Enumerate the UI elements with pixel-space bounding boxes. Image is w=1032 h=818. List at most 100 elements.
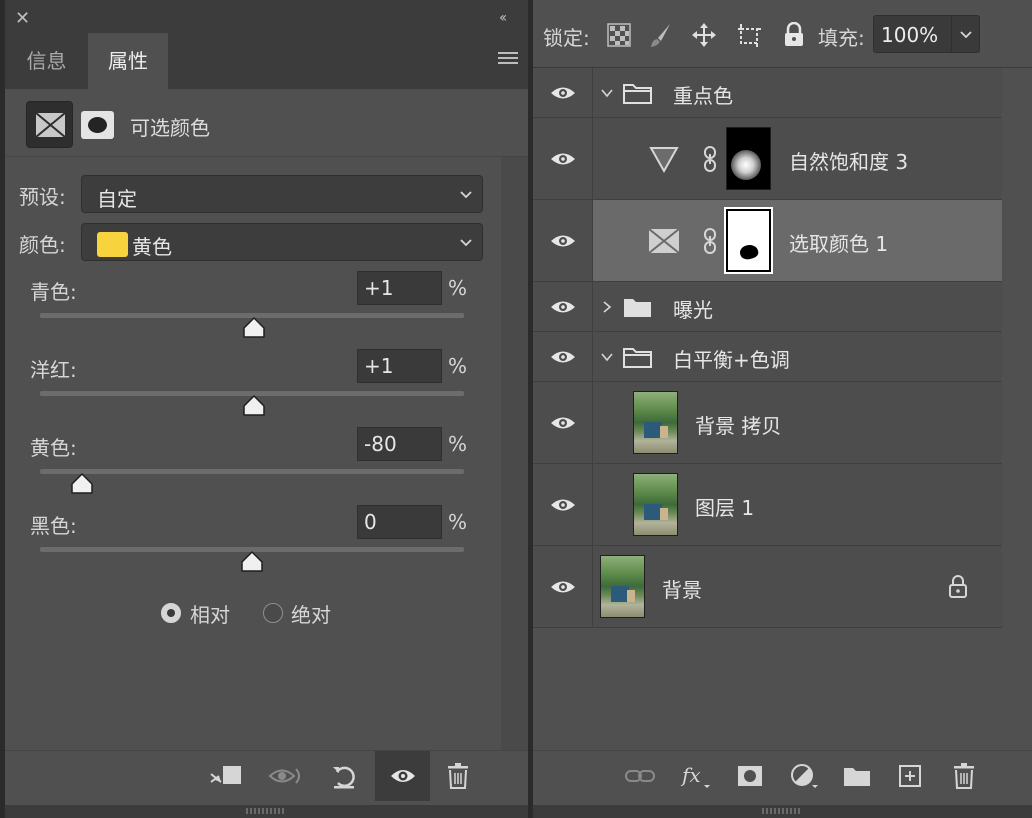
clip-to-layer-icon[interactable] <box>201 751 251 801</box>
fill-dropdown-button[interactable] <box>951 16 980 52</box>
selective-color-adjustment-icon[interactable] <box>26 101 73 148</box>
layer-name[interactable]: 重点色 <box>673 80 733 109</box>
lock-all-icon[interactable] <box>781 22 807 48</box>
lock-artboard-icon[interactable] <box>736 22 762 48</box>
slider-thumb[interactable] <box>242 395 266 417</box>
layer-visibility-toggle[interactable] <box>533 282 593 331</box>
layer-row[interactable]: 背景 拷贝 <box>533 382 1002 464</box>
delete-icon[interactable] <box>433 751 483 801</box>
layer-thumbnail[interactable] <box>600 555 645 618</box>
scrollbar[interactable] <box>501 157 528 750</box>
close-panel-icon[interactable]: ✕ <box>15 8 30 29</box>
visibility-eye-icon[interactable] <box>375 751 430 801</box>
eye-icon <box>551 499 575 510</box>
percent-label: % <box>448 432 468 456</box>
percent-label: % <box>448 510 468 534</box>
layer-thumbnail[interactable] <box>633 473 678 536</box>
eye-icon <box>551 87 575 98</box>
relative-radio[interactable] <box>161 603 181 623</box>
layer-visibility-toggle[interactable] <box>533 68 593 117</box>
layer-mask-thumbnail[interactable] <box>726 209 771 272</box>
reset-icon[interactable] <box>319 751 369 801</box>
chevron-down-icon <box>460 239 472 247</box>
chevron-down-icon[interactable] <box>600 350 614 364</box>
chevron-down-icon[interactable] <box>600 86 614 100</box>
layers-footer: fx <box>533 750 1032 805</box>
mask-icon[interactable] <box>81 111 114 139</box>
slider-value-input[interactable]: -80 <box>357 427 442 461</box>
lock-icon <box>949 575 967 598</box>
layer-group-row[interactable]: 曝光 <box>533 282 1002 332</box>
view-previous-state-icon[interactable] <box>261 751 311 801</box>
layer-row[interactable]: 背景 <box>533 546 1002 628</box>
collapse-panel-icon[interactable]: ‹‹ <box>499 10 507 26</box>
absolute-radio[interactable] <box>263 603 283 623</box>
colors-select[interactable]: 黄色 <box>81 223 483 261</box>
slider-value-input[interactable]: +1 <box>357 271 442 305</box>
add-mask-icon[interactable] <box>725 751 775 801</box>
lock-label: 锁定: <box>543 26 590 50</box>
fill-input[interactable]: 100% <box>873 15 980 53</box>
resize-grip[interactable] <box>5 805 528 818</box>
slider-thumb[interactable] <box>70 473 94 495</box>
adjustment-layer-icon[interactable] <box>779 751 829 801</box>
new-group-icon[interactable] <box>832 751 882 801</box>
eye-icon <box>551 301 575 312</box>
eye-icon <box>551 235 575 246</box>
layer-visibility-toggle[interactable] <box>533 118 593 199</box>
layer-name[interactable]: 背景 <box>662 574 702 603</box>
lock-image-pixels-icon[interactable] <box>648 22 674 48</box>
slider-thumb[interactable] <box>242 317 266 339</box>
svg-text:fx: fx <box>680 763 701 787</box>
resize-grip[interactable] <box>533 805 1032 818</box>
slider-track[interactable] <box>40 469 464 474</box>
layer-visibility-toggle[interactable] <box>533 382 593 463</box>
layer-row[interactable]: 图层 1 <box>533 464 1002 546</box>
layer-group-row[interactable]: 重点色 <box>533 68 1002 118</box>
layer-name[interactable]: 曝光 <box>673 294 713 323</box>
layer-visibility-toggle[interactable] <box>533 546 593 627</box>
layer-name[interactable]: 背景 拷贝 <box>695 410 781 439</box>
properties-panel: ✕ ‹‹ 信息 属性 可选颜色 预设: 自定 颜色: 黄色 青色: +1 % 洋… <box>5 0 528 818</box>
eye-icon <box>551 417 575 428</box>
layer-group-row[interactable]: 白平衡+色调 <box>533 332 1002 382</box>
layer-visibility-toggle[interactable] <box>533 200 593 281</box>
layer-row-selected[interactable]: 选取颜色 1 <box>533 200 1002 282</box>
layer-name[interactable]: 选取颜色 1 <box>789 228 888 257</box>
slider-value: -80 <box>364 432 397 456</box>
fill-label: 填充: <box>818 26 865 50</box>
link-icon[interactable] <box>702 228 718 254</box>
tab-info[interactable]: 信息 <box>5 33 88 89</box>
layer-visibility-toggle[interactable] <box>533 464 593 545</box>
layer-mask-thumbnail[interactable] <box>726 127 771 190</box>
panel-menu-icon[interactable] <box>498 52 518 67</box>
layer-name[interactable]: 白平衡+色调 <box>673 344 790 373</box>
delete-layer-icon[interactable] <box>939 751 989 801</box>
lock-transparent-pixels-icon[interactable] <box>606 22 632 48</box>
color-swatch <box>97 232 128 257</box>
tab-properties[interactable]: 属性 <box>88 33 168 89</box>
vibrance-adjustment-icon <box>649 147 679 173</box>
link-icon[interactable] <box>702 146 718 172</box>
colors-value: 黄色 <box>132 235 172 259</box>
absolute-label[interactable]: 绝对 <box>291 599 331 628</box>
chevron-right-icon[interactable] <box>600 300 614 314</box>
preset-value: 自定 <box>97 187 137 211</box>
layer-name[interactable]: 图层 1 <box>695 492 754 521</box>
slider-value-input[interactable]: 0 <box>357 505 442 539</box>
percent-label: % <box>448 276 468 300</box>
layer-thumbnail[interactable] <box>633 391 678 454</box>
fill-value: 100% <box>881 23 939 47</box>
lock-position-icon[interactable] <box>691 22 717 48</box>
slider-thumb[interactable] <box>240 551 264 573</box>
slider-value-input[interactable]: +1 <box>357 349 442 383</box>
layer-visibility-toggle[interactable] <box>533 332 593 381</box>
fx-icon[interactable]: fx <box>671 751 721 801</box>
slider-label: 黑色: <box>30 514 77 538</box>
layer-row[interactable]: 自然饱和度 3 <box>533 118 1002 200</box>
new-layer-icon[interactable] <box>885 751 935 801</box>
layer-name[interactable]: 自然饱和度 3 <box>789 146 908 175</box>
relative-label[interactable]: 相对 <box>190 599 230 628</box>
preset-select[interactable]: 自定 <box>81 175 483 213</box>
link-layers-icon[interactable] <box>615 751 665 801</box>
